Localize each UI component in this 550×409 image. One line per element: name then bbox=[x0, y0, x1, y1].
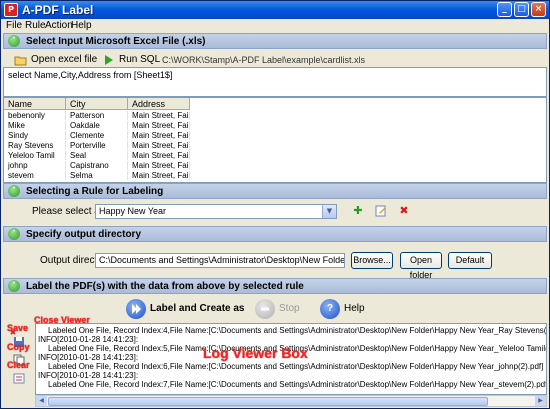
table-cell: Sindy bbox=[4, 131, 66, 140]
table-cell: Yeleloo Tamil bbox=[4, 151, 66, 160]
window-title: A-PDF Label bbox=[22, 3, 94, 17]
sql-query-textarea[interactable]: select Name,City,Address from [Sheet1$] bbox=[3, 67, 547, 97]
menu-help[interactable]: Help bbox=[71, 20, 92, 31]
table-cell: Capistrano bbox=[66, 161, 128, 170]
menu-action[interactable]: Action bbox=[45, 20, 73, 31]
output-dir-input[interactable]: C:\Documents and Settings\Administrator\… bbox=[95, 253, 345, 268]
table-row[interactable]: Sindy Clemente Main Street, Fai... bbox=[4, 131, 190, 140]
open-folder-button[interactable]: Open folder bbox=[400, 252, 442, 280]
delete-rule-icon[interactable]: ✖ bbox=[398, 205, 410, 217]
default-button[interactable]: Default bbox=[448, 252, 492, 269]
menu-file[interactable]: File bbox=[6, 20, 22, 31]
section-rule-header[interactable]: ˄ Selecting a Rule for Labeling bbox=[3, 183, 547, 199]
table-cell: Main Street, Fai... bbox=[128, 171, 190, 180]
menu-bar: File Rule Action Help bbox=[1, 19, 549, 33]
scroll-left-icon[interactable]: ◀ bbox=[36, 396, 47, 406]
annotation-clear: Clear bbox=[7, 360, 30, 370]
table-cell: Main Street, Fai... bbox=[128, 141, 190, 150]
annotation-log-viewer-box: Log Viewer Box bbox=[203, 345, 308, 361]
column-header-name[interactable]: Name bbox=[4, 98, 66, 110]
chevron-down-icon[interactable]: ▼ bbox=[322, 205, 336, 218]
table-cell: Ray Stevens bbox=[4, 141, 66, 150]
collapse-chevron-icon[interactable]: ˄ bbox=[8, 35, 20, 47]
browse-button[interactable]: Browse... bbox=[351, 252, 393, 269]
rule-select-dropdown[interactable]: Happy New Year ▼ bbox=[95, 204, 337, 219]
data-table[interactable]: Name City Address bebenonly Patterson Main… bbox=[3, 97, 547, 183]
clear-icon[interactable] bbox=[13, 372, 25, 384]
app-logo-icon: P bbox=[4, 3, 18, 17]
log-line: INFO[2010-01-28 14:41:23]: bbox=[38, 335, 139, 344]
close-window-button[interactable]: × bbox=[531, 2, 546, 17]
table-row[interactable]: Ray Stevens Porterville Main Street, Fai..… bbox=[4, 141, 190, 150]
annotation-copy: Copy bbox=[7, 342, 30, 352]
log-line: Labeled One File, Record Index:4,File Na… bbox=[48, 326, 547, 335]
table-cell: Main Street, Fai... bbox=[128, 161, 190, 170]
label-create-pdf-button[interactable]: Label and Create as PDF bbox=[126, 298, 246, 336]
table-row[interactable]: Mike Oakdale Main Street, Fai... bbox=[4, 121, 190, 130]
collapse-chevron-icon[interactable]: ˄ bbox=[8, 280, 20, 292]
table-cell: Clemente bbox=[66, 131, 128, 140]
table-cell: Oakdale bbox=[66, 121, 128, 130]
window-controls: _ □ × bbox=[495, 2, 546, 17]
section-output-header[interactable]: ˄ Specify output directory bbox=[3, 226, 547, 242]
excel-file-path: C:\WORK\Stamp\A-PDF Label\example\cardli… bbox=[162, 55, 366, 65]
annotation-close-viewer: Close Viewer bbox=[34, 315, 90, 325]
table-row[interactable]: stevem Selma Main Street, Fai... bbox=[4, 171, 190, 180]
table-header: Name City Address bbox=[4, 98, 190, 110]
table-cell: Main Street, Fai... bbox=[128, 131, 190, 140]
table-row[interactable]: johnp Capistrano Main Street, Fai... bbox=[4, 161, 190, 170]
maximize-button[interactable]: □ bbox=[514, 2, 529, 17]
table-cell: bebenonly bbox=[4, 111, 66, 120]
edit-rule-icon[interactable] bbox=[375, 205, 387, 217]
table-cell: Patterson bbox=[66, 111, 128, 120]
title-bar[interactable]: P A-PDF Label _ □ × bbox=[1, 1, 549, 19]
scroll-right-icon[interactable]: ▶ bbox=[535, 396, 546, 406]
column-header-address[interactable]: Address bbox=[128, 98, 190, 110]
table-cell: Mike bbox=[4, 121, 66, 130]
play-forward-icon bbox=[126, 299, 146, 319]
menu-rule[interactable]: Rule bbox=[25, 20, 46, 31]
collapse-chevron-icon[interactable]: ˄ bbox=[8, 185, 20, 197]
section-label-header[interactable]: ˄ Label the PDF(s) with the data from ab… bbox=[3, 278, 547, 294]
section-excel-header[interactable]: ˄ Select Input Microsoft Excel File (.xl… bbox=[3, 33, 547, 49]
table-cell: stevem bbox=[4, 171, 66, 180]
table-cell: Main Street, Fai... bbox=[128, 151, 190, 160]
open-folder-icon bbox=[14, 54, 27, 66]
add-rule-icon[interactable]: ✚ bbox=[352, 205, 364, 217]
minimize-button[interactable]: _ bbox=[497, 2, 512, 17]
column-header-city[interactable]: City bbox=[66, 98, 128, 110]
table-cell: Main Street, Fai... bbox=[128, 111, 190, 120]
help-question-icon: ? bbox=[320, 299, 340, 319]
log-horizontal-scrollbar[interactable]: ◀ ▶ bbox=[35, 395, 547, 407]
table-row[interactable]: Yeleloo Tamil Seal Main Street, Fai... bbox=[4, 151, 190, 160]
help-button[interactable]: ? Help bbox=[320, 298, 365, 320]
app-window: P A-PDF Label _ □ × File Rule Action Help … bbox=[0, 0, 550, 409]
table-cell: Selma bbox=[66, 171, 128, 180]
scrollbar-thumb[interactable] bbox=[48, 397, 488, 406]
table-row[interactable]: bebenonly Patterson Main Street, Fai... bbox=[4, 111, 190, 120]
log-line: Labeled One File, Record Index:7,File Na… bbox=[48, 380, 547, 389]
log-line: INFO[2010-01-28 14:41:23]: bbox=[38, 371, 139, 380]
table-cell: Seal bbox=[66, 151, 128, 160]
run-play-icon bbox=[102, 54, 115, 66]
collapse-chevron-icon[interactable]: ˄ bbox=[8, 228, 20, 240]
table-cell: Main Street, Fai... bbox=[128, 121, 190, 130]
stop-button[interactable]: Stop bbox=[255, 298, 300, 320]
table-cell: Porterville bbox=[66, 141, 128, 150]
stop-icon bbox=[255, 299, 275, 319]
table-cell: johnp bbox=[4, 161, 66, 170]
log-line: Labeled One File, Record Index:6,File Na… bbox=[48, 362, 544, 371]
annotation-save: Save bbox=[7, 323, 29, 333]
